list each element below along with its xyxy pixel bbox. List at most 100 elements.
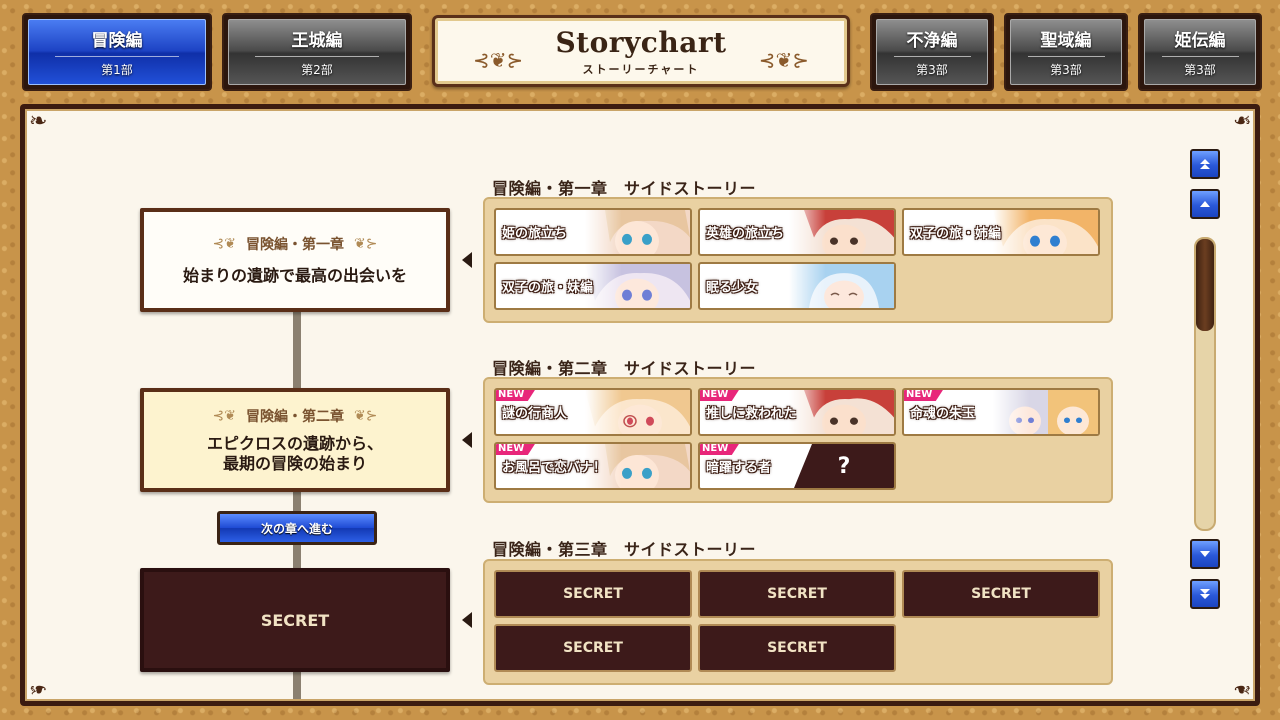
tab-seiiki[interactable]: 聖域編 第3部 bbox=[1004, 13, 1128, 91]
side-story-card-secret[interactable]: SECRET bbox=[494, 624, 692, 672]
scroll-up-button[interactable] bbox=[1190, 189, 1220, 219]
pointer-arrow-icon bbox=[462, 612, 472, 628]
side-story-box: NEW 謎の行商人 NEW 推しに救われた NEW 命魂の朱玉 NEW お風呂で… bbox=[483, 377, 1113, 503]
side-story-card[interactable]: 双子の旅・妹編 bbox=[494, 262, 692, 310]
character-portrait-icon bbox=[789, 390, 894, 434]
side-story-label: 暗躍する者 bbox=[706, 460, 772, 476]
pointer-arrow-icon bbox=[462, 252, 472, 268]
section-title: 冒険編・第三章 サイドストーリー bbox=[492, 540, 757, 559]
tab-kiden-inner: 姫伝編 第3部 bbox=[1144, 19, 1256, 85]
scroll-bottom-button[interactable] bbox=[1190, 579, 1220, 609]
tab-title: 冒険編 bbox=[91, 31, 143, 51]
character-portrait-icon bbox=[789, 264, 894, 308]
side-story-card[interactable]: NEW 命魂の朱玉 bbox=[902, 388, 1100, 436]
side-story-label: 眠る少女 bbox=[706, 280, 759, 296]
tab-subtitle: 第3部 bbox=[1050, 63, 1082, 77]
side-story-card-secret[interactable]: SECRET bbox=[698, 570, 896, 618]
storychart-title-plate: ⊰❦⊱ Storychart ストーリーチャート ⊰❦⊱ bbox=[432, 15, 850, 87]
tab-title: 聖域編 bbox=[1040, 31, 1092, 51]
tab-divider bbox=[893, 56, 971, 57]
side-story-card[interactable]: 姫の旅立ち bbox=[494, 208, 692, 256]
chapter-title: エピクロスの遺跡から、 最期の冒険の始まり bbox=[206, 434, 383, 473]
side-story-label: お風呂で恋バナ！ bbox=[502, 460, 607, 476]
side-story-card[interactable]: 英雄の旅立ち bbox=[698, 208, 896, 256]
chapter-head-label: 冒険編・第一章 bbox=[246, 237, 344, 253]
tab-title: 姫伝編 bbox=[1174, 31, 1226, 51]
side-story-label: 英雄の旅立ち bbox=[706, 226, 785, 242]
side-story-label: 双子の旅・妹編 bbox=[502, 280, 594, 296]
chapter-heading: ⊰❦ 冒険編・第一章 ❦⊱ bbox=[213, 234, 378, 254]
double-down-arrow-icon bbox=[1200, 589, 1210, 599]
scroll-thumb[interactable] bbox=[1196, 239, 1214, 331]
side-story-label: 推しに救われた bbox=[706, 406, 797, 422]
scroll-top-button[interactable] bbox=[1190, 149, 1220, 179]
character-portrait-icon bbox=[993, 390, 1098, 434]
storychart-panel: ❧ ❧ ❧ ❧ ⊰❦ 冒険編・第一章 ❦⊱ 始まりの遺跡で最高の出会いを ⊰❦ … bbox=[20, 104, 1260, 706]
right-flourish-icon: ⊰❦⊱ bbox=[758, 48, 809, 72]
character-portrait-icon bbox=[585, 210, 690, 254]
section-title: 冒険編・第一章 サイドストーリー bbox=[492, 179, 757, 198]
ornament-icon: ⊰❦ bbox=[212, 408, 236, 424]
ornament-icon: ❦⊱ bbox=[354, 408, 378, 424]
side-story-card[interactable]: 双子の旅・姉編 bbox=[902, 208, 1100, 256]
section-title: 冒険編・第二章 サイドストーリー bbox=[492, 359, 757, 378]
side-story-card-secret[interactable]: SECRET bbox=[494, 570, 692, 618]
side-story-card[interactable]: 眠る少女 bbox=[698, 262, 896, 310]
character-portrait-icon bbox=[993, 210, 1098, 254]
side-story-box: 姫の旅立ち 英雄の旅立ち 双子の旅・姉編 双子の旅・妹編 眠る少女 bbox=[483, 197, 1113, 323]
storychart-panel-inner: ❧ ❧ ❧ ❧ ⊰❦ 冒険編・第一章 ❦⊱ 始まりの遺跡で最高の出会いを ⊰❦ … bbox=[25, 109, 1255, 701]
chapter-card-1[interactable]: ⊰❦ 冒険編・第一章 ❦⊱ 始まりの遺跡で最高の出会いを bbox=[140, 208, 450, 312]
new-badge: NEW bbox=[700, 390, 741, 401]
character-portrait-icon bbox=[585, 390, 690, 434]
corner-ornament-icon: ❧ bbox=[1232, 676, 1251, 701]
tab-kiden[interactable]: 姫伝編 第3部 bbox=[1138, 13, 1262, 91]
new-badge: NEW bbox=[496, 390, 537, 401]
tab-subtitle: 第3部 bbox=[916, 63, 948, 77]
tab-seiiki-inner: 聖域編 第3部 bbox=[1010, 19, 1122, 85]
tab-title: 王城編 bbox=[291, 31, 343, 51]
chapter-secret-label: SECRET bbox=[260, 610, 330, 630]
side-story-card[interactable]: NEW 謎の行商人 bbox=[494, 388, 692, 436]
side-story-card[interactable]: NEW ? 暗躍する者 bbox=[698, 442, 896, 490]
ornament-icon: ❦⊱ bbox=[354, 236, 378, 252]
tab-oujou-inner: 王城編 第2部 bbox=[228, 19, 406, 85]
new-badge: NEW bbox=[904, 390, 945, 401]
tab-bouken-inner: 冒険編 第1部 bbox=[28, 19, 206, 85]
side-story-card[interactable]: NEW 推しに救われた bbox=[698, 388, 896, 436]
side-story-card-secret[interactable]: SECRET bbox=[902, 570, 1100, 618]
chapter-card-2[interactable]: ⊰❦ 冒険編・第二章 ❦⊱ エピクロスの遺跡から、 最期の冒険の始まり bbox=[140, 388, 450, 492]
side-story-box: SECRET SECRET SECRET SECRET SECRET bbox=[483, 559, 1113, 685]
tab-subtitle: 第3部 bbox=[1184, 63, 1216, 77]
next-chapter-button[interactable]: 次の章へ進む bbox=[217, 511, 377, 545]
character-portrait-icon bbox=[585, 264, 690, 308]
tab-divider bbox=[55, 56, 179, 57]
side-story-label: SECRET bbox=[767, 640, 827, 656]
corner-ornament-icon: ❧ bbox=[1232, 109, 1251, 134]
corner-ornament-icon: ❧ bbox=[29, 109, 48, 134]
new-badge: NEW bbox=[496, 444, 537, 455]
pointer-arrow-icon bbox=[462, 432, 472, 448]
chapter-card-3-secret[interactable]: SECRET bbox=[140, 568, 450, 672]
side-story-label: SECRET bbox=[563, 640, 623, 656]
tab-fujou[interactable]: 不浄編 第3部 bbox=[870, 13, 994, 91]
side-story-label: 姫の旅立ち bbox=[502, 226, 568, 242]
new-badge: NEW bbox=[700, 444, 741, 455]
side-story-label: 命魂の朱玉 bbox=[910, 406, 976, 422]
page-subtitle: ストーリーチャート bbox=[582, 62, 700, 76]
left-flourish-icon: ⊰❦⊱ bbox=[473, 48, 524, 72]
side-story-card-secret[interactable]: SECRET bbox=[698, 624, 896, 672]
up-arrow-icon bbox=[1200, 201, 1210, 207]
scroll-down-button[interactable] bbox=[1190, 539, 1220, 569]
chapter-head-label: 冒険編・第二章 bbox=[246, 409, 344, 425]
tab-divider bbox=[1027, 56, 1105, 57]
side-story-label: SECRET bbox=[563, 586, 623, 602]
page-title: Storychart bbox=[555, 25, 727, 59]
side-story-label: SECRET bbox=[767, 586, 827, 602]
tab-divider bbox=[1161, 56, 1239, 57]
side-story-label: SECRET bbox=[971, 586, 1031, 602]
side-story-card[interactable]: NEW お風呂で恋バナ！ bbox=[494, 442, 692, 490]
chapter-title: 始まりの遺跡で最高の出会いを bbox=[182, 266, 407, 285]
character-portrait-icon bbox=[789, 210, 894, 254]
tab-bouken[interactable]: 冒険編 第1部 bbox=[22, 13, 212, 91]
tab-oujou[interactable]: 王城編 第2部 bbox=[222, 13, 412, 91]
